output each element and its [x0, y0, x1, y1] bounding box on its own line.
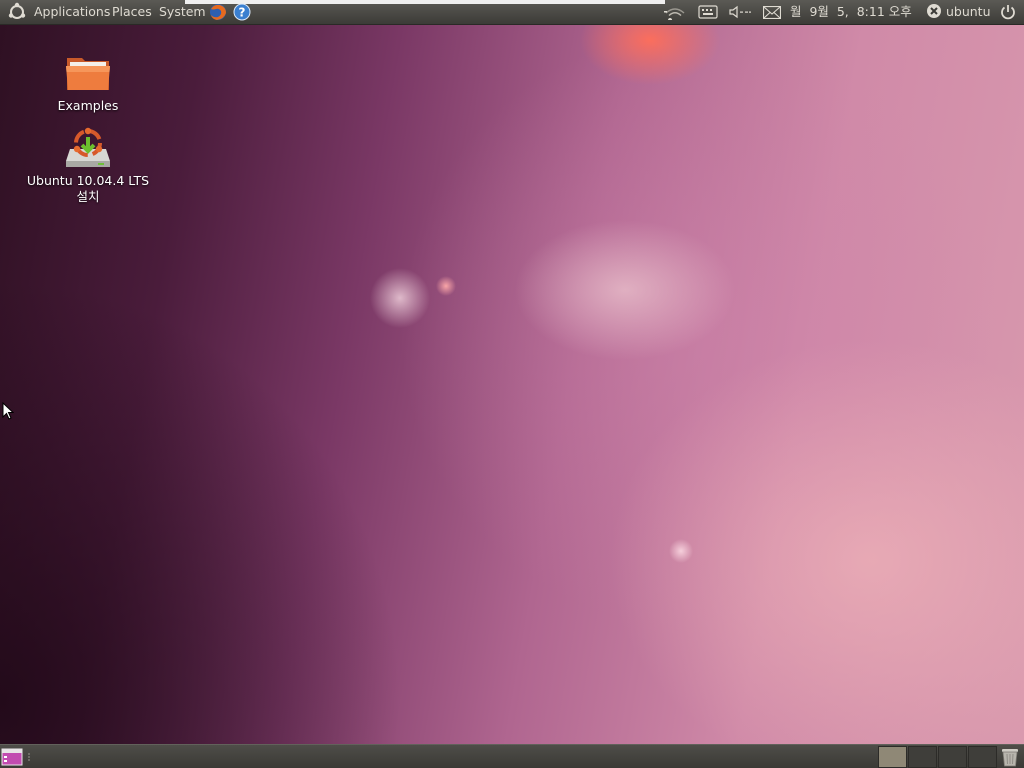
top-panel-strip [185, 0, 665, 4]
menu-system[interactable]: System [159, 0, 206, 24]
desktop-icon-examples[interactable]: Examples [13, 50, 163, 114]
volume-icon[interactable] [728, 4, 752, 20]
menu-applications[interactable]: Applications [34, 0, 110, 24]
workspace-1[interactable] [878, 746, 907, 768]
user-name: ubuntu [945, 4, 991, 19]
workspace-2[interactable] [908, 746, 937, 768]
top-panel: Applications Places System ? 월 9월 5, 8:1… [0, 0, 1024, 25]
folder-icon [66, 58, 110, 90]
mouse-cursor-icon [2, 402, 14, 420]
panel-handle-icon[interactable] [27, 751, 31, 763]
keyboard-icon[interactable] [698, 5, 718, 19]
firefox-icon[interactable] [208, 3, 228, 21]
workspace-4[interactable] [968, 746, 997, 768]
mail-icon[interactable] [763, 6, 781, 19]
desktop-icon-install-ubuntu[interactable]: Ubuntu 10.04.4 LTS 설치 [13, 125, 163, 205]
installer-icon [66, 127, 110, 167]
help-icon[interactable]: ? [232, 3, 252, 21]
clock[interactable]: 월 9월 5, 8:11 오후 [790, 0, 912, 24]
ubuntu-logo-icon[interactable] [6, 0, 28, 24]
user-indicator[interactable]: ubuntu [926, 0, 991, 24]
workspace-3[interactable] [938, 746, 967, 768]
svg-text:?: ? [239, 6, 246, 20]
user-status-icon [927, 4, 941, 18]
trash-icon[interactable] [999, 747, 1021, 767]
desktop-icon-label-line2: 설치 [76, 189, 100, 204]
show-desktop-icon[interactable] [1, 748, 23, 766]
bottom-panel [0, 744, 1024, 768]
shutdown-icon[interactable] [999, 3, 1017, 21]
desktop-background[interactable]: Applications Places System ? 월 9월 5, 8:1… [0, 0, 1024, 768]
network-icon[interactable] [664, 4, 686, 20]
desktop-icon-label: Examples [57, 98, 119, 113]
desktop-icon-label: Ubuntu 10.04.4 LTS [26, 173, 150, 188]
menu-places[interactable]: Places [112, 0, 152, 24]
